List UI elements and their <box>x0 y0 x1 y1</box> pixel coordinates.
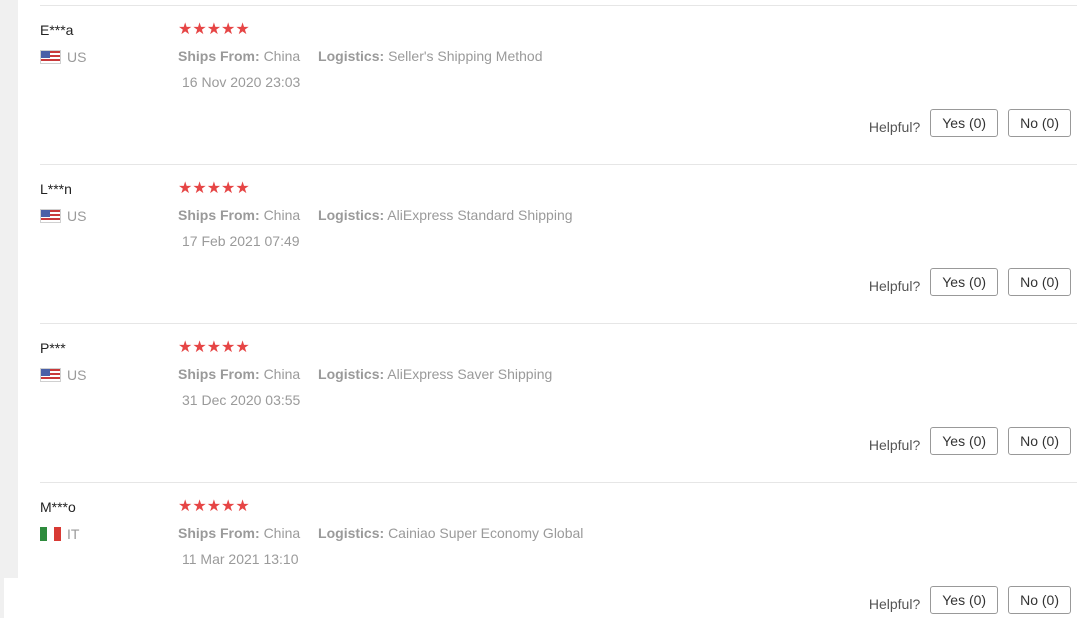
helpful-yes-button[interactable]: Yes (0) <box>930 268 999 296</box>
us-flag-icon <box>40 209 61 223</box>
shipping-info: Ships From: China Logistics: Cainiao Sup… <box>178 524 583 542</box>
ships-from-value: China <box>263 525 301 541</box>
ships-from-value: China <box>263 366 301 382</box>
helpful-label: Helpful? <box>868 278 921 294</box>
helpful-label: Helpful? <box>868 437 921 453</box>
ships-from-label: Ships From: <box>178 366 260 382</box>
logistics-value: Cainiao Super Economy Global <box>388 525 584 541</box>
review-item: E***a US ★★★★★ Ships From: China Logisti… <box>40 6 1077 165</box>
review-date: 31 Dec 2020 03:55 <box>182 392 301 408</box>
helpful-no-button[interactable]: No (0) <box>1008 268 1071 296</box>
review-date: 16 Nov 2020 23:03 <box>182 74 301 90</box>
review-item: P*** US ★★★★★ Ships From: China Logistic… <box>40 324 1077 483</box>
country-code: US <box>67 49 87 65</box>
star-rating: ★★★★★ <box>178 339 250 356</box>
reviewer-name: E***a <box>40 22 74 38</box>
reviewer-country: US <box>40 207 86 225</box>
star-rating: ★★★★★ <box>178 498 250 515</box>
logistics-label: Logistics: <box>318 48 385 64</box>
logistics-value: AliExpress Saver Shipping <box>387 366 553 382</box>
helpful-yes-button[interactable]: Yes (0) <box>930 586 999 614</box>
shipping-info: Ships From: China Logistics: AliExpress … <box>178 206 573 224</box>
reviewer-country: US <box>40 48 86 66</box>
helpful-no-button[interactable]: No (0) <box>1008 109 1071 137</box>
helpful-label: Helpful? <box>868 596 921 612</box>
ships-from-label: Ships From: <box>178 525 260 541</box>
shipping-info: Ships From: China Logistics: AliExpress … <box>178 365 552 383</box>
helpful-controls: Helpful? Yes (0) No (0) <box>869 586 1071 614</box>
logistics-value: Seller's Shipping Method <box>388 48 543 64</box>
shipping-info: Ships From: China Logistics: Seller's Sh… <box>178 47 543 65</box>
helpful-no-button[interactable]: No (0) <box>1008 427 1071 455</box>
ships-from-value: China <box>263 207 301 223</box>
helpful-controls: Helpful? Yes (0) No (0) <box>869 427 1071 455</box>
ships-from-value: China <box>263 48 301 64</box>
reviewer-name: L***n <box>40 181 72 197</box>
star-rating: ★★★★★ <box>178 180 250 197</box>
us-flag-icon <box>40 50 61 64</box>
country-code: IT <box>67 526 80 542</box>
left-rail-gap <box>4 578 18 618</box>
reviewer-name: P*** <box>40 340 66 356</box>
country-code: US <box>67 367 87 383</box>
review-list: E***a US ★★★★★ Ships From: China Logisti… <box>40 6 1077 618</box>
helpful-controls: Helpful? Yes (0) No (0) <box>869 268 1071 296</box>
helpful-controls: Helpful? Yes (0) No (0) <box>869 109 1071 137</box>
helpful-no-button[interactable]: No (0) <box>1008 586 1071 614</box>
helpful-yes-button[interactable]: Yes (0) <box>930 427 999 455</box>
left-scroll-rail <box>0 0 18 618</box>
reviewer-country: US <box>40 366 86 384</box>
logistics-label: Logistics: <box>318 366 385 382</box>
logistics-label: Logistics: <box>318 525 385 541</box>
review-date: 17 Feb 2021 07:49 <box>182 233 300 249</box>
helpful-label: Helpful? <box>868 119 921 135</box>
star-rating: ★★★★★ <box>178 21 250 38</box>
ships-from-label: Ships From: <box>178 48 260 64</box>
review-item: L***n US ★★★★★ Ships From: China Logisti… <box>40 165 1077 324</box>
reviews-page: E***a US ★★★★★ Ships From: China Logisti… <box>0 0 1089 618</box>
logistics-value: AliExpress Standard Shipping <box>387 207 573 223</box>
review-item: M***o IT ★★★★★ Ships From: China Logisti… <box>40 483 1077 618</box>
helpful-yes-button[interactable]: Yes (0) <box>930 109 999 137</box>
reviewer-name: M***o <box>40 499 76 515</box>
us-flag-icon <box>40 368 61 382</box>
ships-from-label: Ships From: <box>178 207 260 223</box>
reviewer-country: IT <box>40 525 79 543</box>
country-code: US <box>67 208 87 224</box>
review-date: 11 Mar 2021 13:10 <box>182 551 299 567</box>
logistics-label: Logistics: <box>318 207 385 223</box>
italy-flag-icon <box>40 527 61 541</box>
